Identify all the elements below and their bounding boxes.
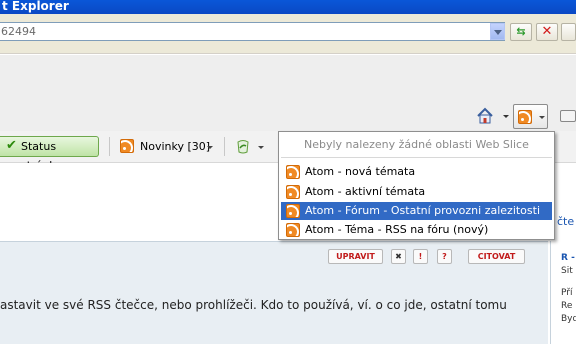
edit-post-button[interactable]: UPRAVIT	[328, 249, 383, 264]
menu-divider	[281, 157, 552, 158]
address-text: 62494	[1, 25, 36, 38]
chevron-down-icon[interactable]	[258, 146, 264, 149]
check-icon: ✔	[6, 138, 17, 153]
rss-feed-icon	[286, 204, 300, 218]
delete-post-button[interactable]: ✖	[391, 249, 406, 264]
author-info-line: Sit	[561, 266, 573, 276]
status-button[interactable]: ✔ Status stránky	[0, 136, 99, 172]
author-info-line: Re	[561, 301, 573, 311]
quote-post-button[interactable]: CITOVAT	[468, 249, 525, 264]
feed-menu-item-highlighted[interactable]: Atom - Fórum - Ostatní provozni zalezito…	[281, 202, 552, 220]
quote-post-label: CITOVAT	[477, 252, 516, 261]
home-dropdown-arrow[interactable]	[503, 115, 509, 118]
toolbar-divider	[109, 137, 110, 156]
rss-feed-icon	[286, 165, 300, 179]
stop-icon: ✕	[541, 24, 553, 39]
post-body-text: astavit ve své RSS čtečce, nebo prohlíže…	[0, 298, 507, 312]
home-button[interactable]	[476, 106, 494, 126]
address-dropdown-button[interactable]	[490, 23, 505, 40]
author-info-line: Pří	[561, 288, 573, 298]
post-author-name[interactable]: R -	[561, 253, 575, 263]
feeds-menu-button[interactable]: Novinky [30]	[119, 137, 210, 156]
edit-post-label: UPRAVIT	[336, 252, 375, 261]
chevron-down-icon	[539, 116, 545, 119]
feeds-menu-label: Novinky [30]	[140, 140, 211, 153]
refresh-button[interactable]: ⇆	[510, 23, 532, 41]
rss-feed-icon	[286, 185, 300, 199]
rss-feed-icon	[286, 223, 300, 237]
web-slice-notice: Nebyly nalezeny žádné oblasti Web Slice	[304, 138, 529, 151]
refresh-icon: ⇆	[516, 25, 526, 38]
feed-menu-item-label: Atom - aktivní témata	[305, 185, 426, 198]
address-bar[interactable]: 62494	[0, 22, 505, 41]
side-link[interactable]: čte	[557, 215, 574, 228]
feed-menu-item[interactable]: Atom - nová témata	[281, 163, 552, 181]
feed-menu-item-label: Atom - Téma - RSS na fóru (nový)	[305, 223, 489, 236]
feed-menu-item[interactable]: Atom - aktivní témata	[281, 183, 552, 201]
help-button[interactable]: ?	[437, 249, 452, 264]
web-slice-icon	[237, 140, 249, 154]
chevron-down-icon[interactable]	[207, 146, 213, 149]
feed-menu-item-label: Atom - Fórum - Ostatní provozni zalezito…	[305, 204, 541, 217]
forum-post	[0, 241, 548, 344]
author-info-line: Byd	[561, 314, 576, 324]
feeds-dropdown-menu: Nebyly nalezeny žádné oblasti Web Slice …	[278, 131, 555, 240]
search-box-edge[interactable]	[561, 23, 576, 41]
rss-feed-icon	[120, 139, 134, 153]
help-icon: ?	[442, 252, 447, 261]
toolbar-divider	[224, 137, 225, 156]
feed-menu-item[interactable]: Atom - Téma - RSS na fóru (nový)	[281, 221, 552, 239]
report-post-button[interactable]: !	[413, 249, 428, 264]
window-title-bar: t Explorer	[0, 0, 576, 14]
feeds-button[interactable]	[513, 104, 548, 129]
delete-icon: ✖	[395, 252, 402, 261]
window-title: t Explorer	[2, 0, 69, 13]
report-icon: !	[418, 252, 423, 261]
stop-button[interactable]: ✕	[536, 23, 558, 41]
home-icon	[477, 107, 493, 124]
print-icon[interactable]	[560, 110, 576, 122]
feed-menu-item-label: Atom - nová témata	[305, 165, 416, 178]
web-slice-button[interactable]	[235, 139, 251, 154]
rss-feed-icon	[518, 110, 532, 124]
address-toolbar: 62494 ⇆ ✕	[0, 14, 576, 54]
